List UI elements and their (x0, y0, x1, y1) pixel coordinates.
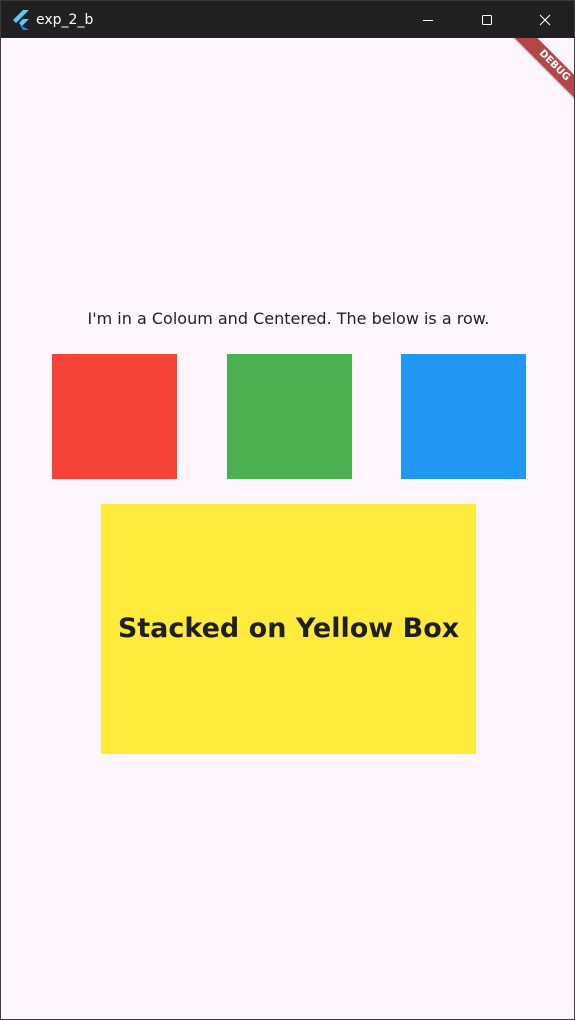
window-title: exp_2_b (36, 12, 94, 28)
app-window: exp_2_b I'm in a Coloum and Centered. Th… (0, 0, 575, 1020)
column-caption: I'm in a Coloum and Centered. The below … (87, 309, 490, 328)
flutter-icon (12, 10, 30, 30)
red-box (52, 354, 177, 479)
blue-box (401, 354, 526, 479)
maximize-icon (481, 14, 493, 26)
title-bar[interactable]: exp_2_b (1, 1, 574, 38)
close-button[interactable] (516, 1, 574, 38)
green-box (227, 354, 352, 479)
minimize-button[interactable] (399, 1, 457, 38)
stacked-label: Stacked on Yellow Box (117, 613, 460, 644)
yellow-stack-box: Stacked on Yellow Box (101, 504, 476, 754)
close-icon (539, 14, 551, 26)
minimize-icon (422, 14, 434, 26)
maximize-button[interactable] (458, 1, 516, 38)
